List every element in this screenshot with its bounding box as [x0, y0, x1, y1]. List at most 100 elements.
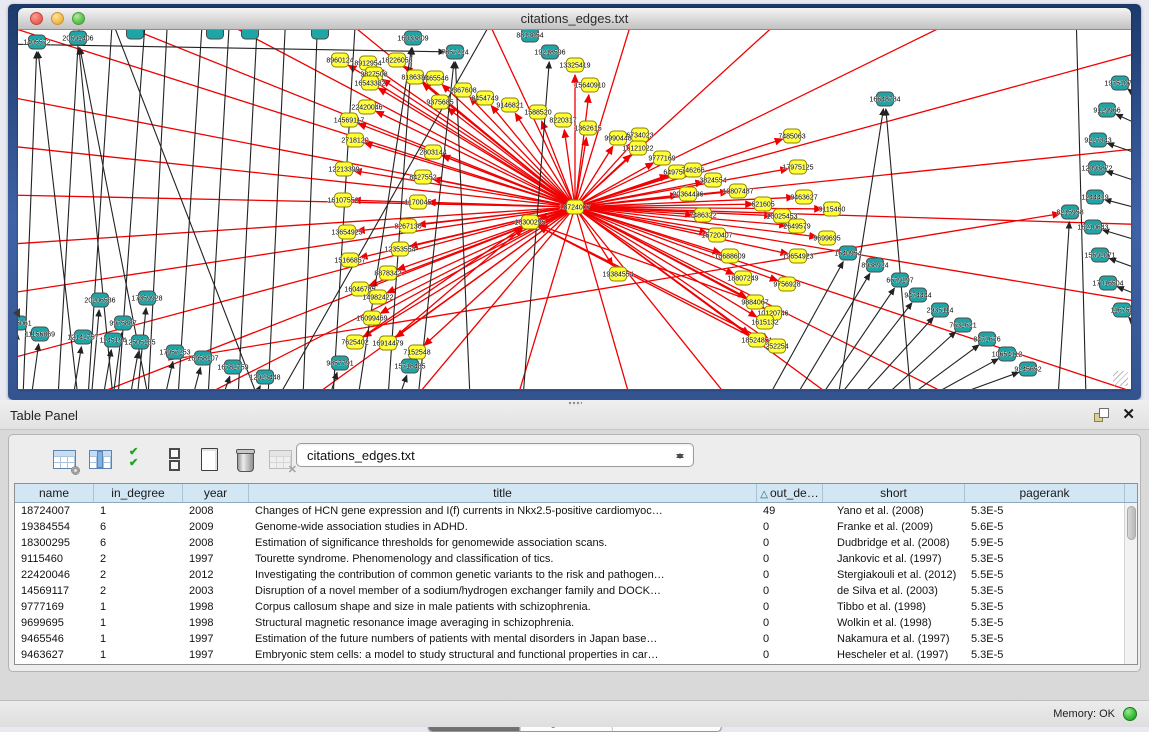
resize-grip-icon[interactable]: [1113, 371, 1128, 386]
graph-node-label: 19384554: [602, 272, 633, 279]
graph-node[interactable]: [312, 30, 329, 39]
graph-node-label: 8938924: [861, 263, 888, 270]
graph-node-label: 19751074: [1104, 81, 1131, 88]
table-row[interactable]: 1872400712008Changes of HCN gene express…: [15, 503, 1137, 519]
table-cell: 1998: [183, 615, 249, 631]
table-selector-dropdown[interactable]: citations_edges.txt: [296, 443, 694, 467]
dropdown-arrows-icon: [676, 448, 684, 464]
graph-node-label: 9465546: [421, 76, 448, 83]
table-cell: 5.3E-5: [965, 631, 1125, 647]
table-panel: Table Panel ✕f(x) citations_edges.txt na…: [0, 400, 1149, 727]
graph-node-label: 9884067: [741, 300, 768, 307]
new-document-icon[interactable]: [195, 447, 223, 473]
table-cell: 0: [757, 567, 823, 583]
table-cell: 14569117: [15, 583, 94, 599]
graph-node-label: 20206536: [84, 298, 115, 305]
table-row[interactable]: 1830029562008Estimation of significance …: [15, 535, 1137, 551]
table-cell: 6: [94, 535, 183, 551]
table-row[interactable]: 969969511998Structural magnetic resonanc…: [15, 615, 1137, 631]
graph-node-label: 16914479: [372, 341, 403, 348]
graph-node-label: 1145194: [100, 338, 127, 345]
graph-node[interactable]: [127, 30, 144, 39]
table-row[interactable]: 946554611997Estimation of the future num…: [15, 631, 1137, 647]
scrollbar-thumb[interactable]: [1127, 506, 1136, 540]
graph-node-label: 14569117: [334, 118, 365, 125]
graph-node[interactable]: [207, 30, 224, 39]
table-row[interactable]: 977716911998Corpus callosum shape and si…: [15, 599, 1137, 615]
graph-node-label: 12093872: [1081, 166, 1112, 173]
table-cell: 9465546: [15, 631, 94, 647]
graph-node-label: 15692071: [1084, 253, 1115, 260]
status-bar: Memory: OK: [0, 700, 1149, 727]
table-cell: 0: [757, 615, 823, 631]
graph-node-label: 3824554: [699, 178, 726, 185]
table-cell: 9115460: [15, 551, 94, 567]
table-row[interactable]: 1456911722003Disruption of a novel membe…: [15, 583, 1137, 599]
graph-node-label: 10807487: [722, 189, 753, 196]
table-row[interactable]: 946362711997Embryonic stem cells: a mode…: [15, 647, 1137, 663]
table-row[interactable]: 2242004622012Investigating the contribut…: [15, 567, 1137, 583]
table-row[interactable]: 1938455462009Genome-wide association stu…: [15, 519, 1137, 535]
table-cell: 1: [94, 631, 183, 647]
table-cell: 5.3E-5: [965, 583, 1125, 599]
row-select-checks-icon[interactable]: [123, 447, 151, 473]
network-canvas[interactable]: 1872400718300295133254191564091089601248…: [18, 30, 1131, 389]
table-cell: 2008: [183, 535, 249, 551]
graph-node-label: 8878342: [374, 271, 401, 278]
splitter-handle[interactable]: [568, 401, 582, 406]
memory-ok-indicator-icon: [1123, 707, 1137, 721]
table-cell: de Silva et al. (2003): [823, 583, 965, 599]
graph-node[interactable]: [242, 30, 259, 39]
graph-node-label: 12505135: [124, 340, 155, 347]
window-titlebar[interactable]: citations_edges.txt: [18, 8, 1131, 30]
graph-node-label: 7625402: [341, 340, 368, 347]
column-header-short[interactable]: short: [823, 484, 965, 502]
graph-node-label: 252254: [765, 344, 788, 351]
graph-node-label: 7857224: [441, 50, 468, 57]
table-cell: 5.3E-5: [965, 647, 1125, 663]
column-header-title[interactable]: title: [249, 484, 757, 502]
node-table: namein_degreeyeartitle△out_de…shortpager…: [14, 483, 1138, 665]
table-cell: Embryonic stem cells: a model to study s…: [249, 647, 757, 663]
graph-node-label: 2367608: [449, 88, 476, 95]
graph-node-label: 19654923: [782, 254, 813, 261]
table-cell: Dudbridge et al. (2008): [823, 535, 965, 551]
rows-icon[interactable]: [159, 447, 187, 473]
table-cell: 1997: [183, 631, 249, 647]
graph-node-label: 8220317: [549, 118, 576, 125]
vertical-scrollbar[interactable]: [1124, 503, 1137, 664]
network-window[interactable]: citations_edges.txt 18724007183002951332…: [18, 8, 1131, 390]
column-header-out_de[interactable]: △out_de…: [757, 484, 823, 502]
table-cell: 0: [757, 599, 823, 615]
collapse-splitter-icon[interactable]: [8, 308, 20, 318]
column-header-in_degree[interactable]: in_degree: [94, 484, 183, 502]
table-cell: 1997: [183, 551, 249, 567]
table-cell: 2: [94, 583, 183, 599]
table-cell: 1: [94, 615, 183, 631]
table-cell: 9699695: [15, 615, 94, 631]
column-header-year[interactable]: year: [183, 484, 249, 502]
table-cell: Disruption of a novel member of a sodium…: [249, 583, 757, 599]
table-selector-value: citations_edges.txt: [307, 448, 415, 463]
column-visibility-icon[interactable]: [87, 447, 115, 473]
delete-table-icon: ✕: [267, 447, 295, 473]
graph-node-label: 16121022: [622, 146, 653, 153]
graph-node-label: 16648784: [869, 97, 900, 104]
network-graph-svg[interactable]: 1872400718300295133254191564091089601248…: [18, 30, 1131, 389]
close-panel-icon[interactable]: [1122, 405, 1135, 423]
float-panel-icon[interactable]: [1094, 408, 1109, 422]
graph-node-label: 621605: [751, 202, 774, 209]
graph-node-label: 9857791: [326, 361, 353, 368]
graph-node-label: 17016504: [1092, 281, 1123, 288]
graph-node-label: 8267130: [394, 224, 421, 231]
table-row[interactable]: 911546021997Tourette syndrome. Phenomeno…: [15, 551, 1137, 567]
graph-node-label: 20691406: [62, 36, 93, 43]
table-header-row: namein_degreeyeartitle△out_de…shortpager…: [15, 484, 1137, 503]
delete-trash-icon[interactable]: [231, 447, 259, 473]
column-header-name[interactable]: name: [15, 484, 94, 502]
column-header-pagerank[interactable]: pagerank: [965, 484, 1125, 502]
graph-node-label: 15718485: [394, 364, 425, 371]
table-cell: 0: [757, 583, 823, 599]
table-settings-icon[interactable]: [51, 447, 79, 473]
table-cell: 19384554: [15, 519, 94, 535]
